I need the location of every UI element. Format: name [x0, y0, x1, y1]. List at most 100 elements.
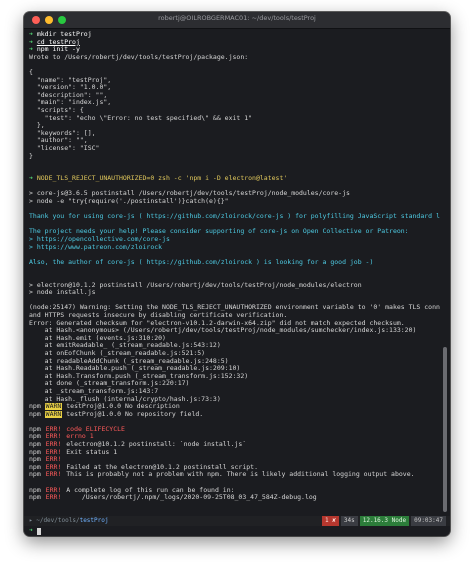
terminal-line: Thank you for using core-js ( https://gi… — [29, 213, 440, 221]
node-version-badge: 12.16.3 Node — [359, 516, 410, 526]
terminal-line: "author": "", — [29, 137, 440, 145]
terminal-line: npm ERR! errno 1 — [29, 433, 440, 441]
line-text: "name": "testProj", — [29, 76, 112, 84]
line-text: "version": "1.0.0", — [29, 84, 112, 92]
line-text: "keywords": [], — [29, 129, 96, 137]
terminal-line: (node:25147) Warning: Setting the NODE_T… — [29, 304, 440, 312]
npm-prefix: npm — [29, 463, 41, 471]
line-text: at readableAddChunk (_stream_readable.js… — [29, 357, 229, 365]
npm-log-level-badge: WARN — [44, 403, 63, 411]
line-text: }, — [29, 122, 45, 130]
terminal-line: at Hash.Readable.push (_stream_readable.… — [29, 365, 440, 373]
terminal-window: robertj@OILROBGERMAC01: ~/dev/tools/test… — [24, 12, 450, 536]
terminal-line: "description": "", — [29, 92, 440, 100]
line-text: at emitReadable_ (_stream_readable.js:54… — [29, 342, 221, 350]
command-line[interactable]: ➜ — [24, 526, 450, 536]
line-text: at done (_stream_transform.js:220:17) — [29, 380, 190, 388]
line-text: This is probably not a problem with npm.… — [62, 471, 415, 479]
line-text: > electron@10.1.2 postinstall /Users/rob… — [29, 281, 362, 289]
line-text: mkdir testProj — [36, 31, 92, 38]
terminal-line: ➜ mkdir testProj — [29, 31, 440, 39]
terminal-line: at Hash.Transform.push (_stream_transfor… — [29, 373, 440, 381]
terminal-line: "scripts": { — [29, 107, 440, 115]
line-text: > node -e "try{require('./postinstall')}… — [29, 198, 229, 206]
terminal-line: }, — [29, 122, 440, 130]
npm-prefix: npm — [29, 456, 41, 464]
line-text: A complete log of this run can be found … — [62, 486, 235, 494]
terminal-line: at emitReadable_ (_stream_readable.js:54… — [29, 342, 440, 350]
terminal-line: npm WARN testProj@1.0.0 No repository fi… — [29, 410, 440, 419]
text-cursor — [37, 528, 41, 535]
terminal-line: npm ERR! Exit status 1 — [29, 448, 440, 457]
line-text: Thank you for using core-js ( https://gi… — [29, 213, 440, 221]
exit-code-badge: 1 ✘ — [322, 516, 339, 526]
line-text: "scripts": { — [29, 106, 84, 114]
npm-log-level-badge: ERR! — [44, 448, 63, 456]
line-text: npm init -y — [36, 46, 80, 54]
npm-log-level-badge: ERR! — [44, 463, 63, 471]
line-text: > https://www.patreon.com/zloirock — [29, 243, 163, 251]
window-title: robertj@OILROBGERMAC01: ~/dev/tools/test… — [158, 14, 316, 22]
line-text: at Hash._flush (internal/crypto/hash.js:… — [29, 395, 221, 403]
terminal-output[interactable]: ➜ mkdir testProj ➜ cd testProj ➜ npm init … — [29, 31, 440, 514]
terminal-line: > node -e "try{require('./postinstall')}… — [29, 198, 440, 206]
line-text: /Users/robertj/.npm/_logs/2020-09-25T08_… — [62, 494, 317, 502]
terminal-line: npm ERR! code ELIFECYCLE — [29, 425, 440, 434]
terminal-line: "license": "ISC" — [29, 145, 440, 153]
npm-log-level-badge: ERR! — [44, 456, 63, 464]
line-text: > node install.js — [29, 289, 96, 297]
terminal-line: The project needs your help! Please cons… — [29, 228, 440, 236]
terminal-line: "version": "1.0.0", — [29, 84, 440, 92]
line-text: Error: Generated checksum for "electron-… — [29, 319, 405, 327]
terminal-line: at Hash.emit (events.js:310:20) — [29, 335, 440, 343]
prompt-arrow-icon: ➜ — [29, 31, 37, 38]
line-text: Exit status 1 — [62, 448, 118, 456]
npm-prefix: npm — [29, 433, 41, 441]
terminal-line: npm ERR! This is probably not a problem … — [29, 471, 440, 479]
terminal-line: npm ERR! A complete log of this run can … — [29, 486, 440, 495]
clock: 09:03:47 — [411, 516, 446, 526]
elapsed-time: 34s — [340, 516, 358, 526]
npm-prefix: npm — [29, 403, 41, 411]
terminal-line: > https://opencollective.com/core-js — [29, 236, 440, 244]
directory-name: testProj — [79, 517, 109, 524]
npm-prefix: npm — [29, 486, 41, 494]
npm-prefix: npm — [29, 425, 41, 433]
terminal-line: > electron@10.1.2 postinstall /Users/rob… — [29, 282, 440, 290]
npm-log-level-badge: ERR! — [44, 471, 63, 479]
terminal-line: at Hash.<anonymous> (/Users/robertj/dev/… — [29, 327, 440, 335]
line-text: Also, the author of core-js ( https://gi… — [29, 258, 374, 266]
terminal-line: Wrote to /Users/robertj/dev/tools/testPr… — [29, 54, 440, 62]
prompt-arrow-icon: ➜ — [29, 175, 37, 183]
line-text: at onEofChunk (_stream_readable.js:521:5… — [29, 349, 206, 357]
line-text: cd testProj — [36, 38, 80, 46]
line-text: > https://opencollective.com/core-js — [29, 236, 170, 244]
npm-log-level-badge: ERR! — [44, 425, 63, 433]
terminal-line: ➜ npm init -y — [29, 46, 440, 54]
scrollbar[interactable] — [443, 347, 447, 512]
line-text: at _stream_transform.js:143:7 — [29, 387, 159, 395]
line-text: "author": "", — [29, 137, 88, 145]
terminal-line: > node install.js — [29, 289, 440, 297]
line-text: Wrote to /Users/robertj/dev/tools/testPr… — [29, 53, 249, 61]
line-text: and HTTPS requests insecure by disabling… — [29, 311, 288, 319]
terminal-line: at done (_stream_transform.js:220:17) — [29, 380, 440, 388]
current-directory: ▸ ~/dev/tools/testProj — [29, 516, 108, 526]
terminal-line: npm ERR! Failed at the electron@10.1.2 p… — [29, 463, 440, 472]
status-bar: ▸ ~/dev/tools/testProj 1 ✘ 34s 12.16.3 N… — [24, 516, 450, 526]
line-text: at Hash.<anonymous> (/Users/robertj/dev/… — [29, 327, 417, 335]
terminal-line: "test": "echo \"Error: no test specified… — [29, 115, 440, 123]
terminal-line: "keywords": [], — [29, 130, 440, 138]
